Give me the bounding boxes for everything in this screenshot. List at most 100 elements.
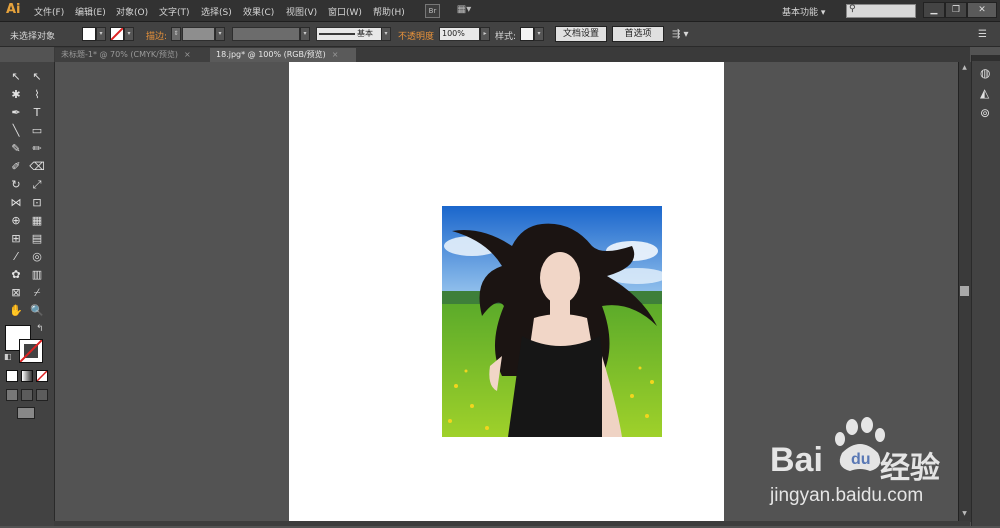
slice-tool-icon[interactable]: ⌿: [29, 286, 45, 300]
panel-menu-icon[interactable]: ☰: [978, 29, 987, 40]
eraser-tool-icon[interactable]: ⌫: [29, 160, 45, 174]
fill-swatch[interactable]: [82, 27, 96, 41]
lasso-tool-icon[interactable]: ⌇: [29, 88, 45, 102]
line-segment-tool-icon[interactable]: ╲: [8, 124, 24, 138]
opacity-field[interactable]: 100%: [439, 27, 480, 41]
menu-object[interactable]: 对象(O): [116, 5, 148, 18]
jingyan-text: 经验: [880, 451, 940, 486]
blob-brush-tool-icon[interactable]: ✐: [8, 160, 24, 174]
restore-button[interactable]: ❐: [945, 2, 967, 18]
gradient-tool-icon[interactable]: ▤: [29, 232, 45, 246]
no-stroke-icon: [20, 340, 42, 362]
width-tool-icon[interactable]: ⋈: [8, 196, 24, 210]
selection-status: 未选择对象: [10, 32, 56, 42]
close-tab-icon[interactable]: ×: [184, 50, 191, 59]
jingyan-url: jingyan.baidu.com: [770, 485, 924, 506]
magic-wand-tool-icon[interactable]: ✱: [8, 88, 24, 102]
stroke-weight-dropdown[interactable]: ▾: [215, 27, 225, 41]
workspace-switcher[interactable]: 基本功能 ▾: [782, 5, 825, 18]
color-guide-icon[interactable]: ◭: [980, 86, 989, 100]
preferences-button[interactable]: 首选项: [612, 26, 664, 42]
shape-builder-tool-icon[interactable]: ⊕: [8, 214, 24, 228]
appearance-panel-icon[interactable]: ⊚: [980, 106, 990, 120]
none-mode-icon[interactable]: [36, 370, 48, 382]
graphic-style-swatch[interactable]: [520, 27, 534, 41]
menu-effect[interactable]: 效果(C): [243, 5, 274, 18]
menu-file[interactable]: 文件(F): [34, 5, 64, 18]
color-panel-icon[interactable]: ◍: [980, 66, 990, 80]
screen-mode-icon[interactable]: [17, 407, 35, 419]
tools-panel: ↖ ↖ ✱ ⌇ ✒ T ╲ ▭ ✎ ✏ ✐ ⌫ ↻ ⤢ ⋈ ⊡ ⊕ ▦ ⊞ ▤ ⁄ ◎ ✿ ▥ ⊠ ⌿ ✋ 🔍 ↰ ◧: [0, 62, 55, 526]
draw-behind-icon[interactable]: [21, 389, 33, 401]
tab-untitled[interactable]: 未标题-1* @ 70% (CMYK/预览) ×: [55, 48, 211, 62]
menu-window[interactable]: 窗口(W): [328, 5, 362, 18]
artboard-tool-icon[interactable]: ⊠: [8, 286, 24, 300]
tab-18jpg[interactable]: 18.jpg* @ 100% (RGB/预览) ×: [210, 48, 356, 62]
bridge-button[interactable]: Br: [425, 4, 440, 18]
free-transform-tool-icon[interactable]: ⊡: [29, 196, 45, 210]
chevron-down-icon: ▾: [820, 8, 826, 18]
search-icon: ⚲: [849, 4, 856, 14]
menu-type[interactable]: 文字(T): [159, 5, 190, 18]
brush-definition[interactable]: 基本: [316, 27, 382, 41]
dock-header[interactable]: [972, 55, 1000, 61]
fill-dropdown[interactable]: ▾: [96, 27, 106, 41]
stroke-label[interactable]: 描边:: [146, 29, 167, 42]
arrange-documents-button[interactable]: ▦▾: [454, 4, 474, 16]
symbol-sprayer-tool-icon[interactable]: ✿: [8, 268, 24, 282]
column-graph-tool-icon[interactable]: ▥: [29, 268, 45, 282]
blend-tool-icon[interactable]: ◎: [29, 250, 45, 264]
rectangle-tool-icon[interactable]: ▭: [29, 124, 45, 138]
zoom-tool-icon[interactable]: 🔍: [29, 304, 45, 318]
placed-image[interactable]: [442, 206, 662, 437]
eyedropper-tool-icon[interactable]: ⁄: [8, 250, 24, 264]
stroke-color-box[interactable]: [19, 339, 43, 363]
selection-tool-icon[interactable]: ↖: [8, 70, 24, 84]
tab-label: 18.jpg* @ 100% (RGB/预览): [216, 50, 326, 59]
brush-dropdown[interactable]: ▾: [381, 27, 391, 41]
menu-edit[interactable]: 编辑(E): [75, 5, 106, 18]
opacity-label[interactable]: 不透明度: [398, 29, 434, 42]
variable-width-profile[interactable]: [232, 27, 300, 41]
document-setup-button[interactable]: 文档设置: [555, 26, 607, 42]
app-logo: Ai: [6, 2, 21, 17]
document-tab-bar: 未标题-1* @ 70% (CMYK/预览) × 18.jpg* @ 100% (…: [54, 47, 970, 63]
color-mode-icon[interactable]: [6, 370, 18, 382]
direct-selection-tool-icon[interactable]: ↖: [29, 70, 45, 84]
opacity-dropdown[interactable]: ▸: [480, 27, 490, 41]
stroke-dropdown[interactable]: ▾: [124, 27, 134, 41]
scroll-thumb[interactable]: [960, 286, 969, 296]
swap-fill-stroke-icon[interactable]: ↰: [36, 324, 44, 334]
baidu-watermark: Bai du 经验 jingyan.baidu.com: [770, 415, 990, 525]
no-stroke-icon: [110, 27, 124, 41]
stroke-weight-stepper[interactable]: ⇕: [171, 27, 181, 41]
variable-width-dropdown[interactable]: ▾: [300, 27, 310, 41]
type-tool-icon[interactable]: T: [29, 106, 45, 120]
draw-inside-icon[interactable]: [36, 389, 48, 401]
menu-select[interactable]: 选择(S): [201, 5, 232, 18]
help-search-input[interactable]: ⚲: [846, 4, 916, 18]
default-colors-icon[interactable]: ◧: [4, 352, 12, 361]
paintbrush-tool-icon[interactable]: ✎: [8, 142, 24, 156]
close-tab-icon[interactable]: ×: [332, 50, 339, 59]
minimize-button[interactable]: ▁: [923, 2, 945, 18]
control-bar: 未选择对象 ▾ ▾ 描边: ⇕ ▾ ▾ 基本 ▾ 不透明度 100% ▸ 样式:…: [0, 22, 1000, 47]
stroke-weight-field[interactable]: [182, 27, 215, 41]
close-button[interactable]: ✕: [967, 2, 997, 18]
rotate-tool-icon[interactable]: ↻: [8, 178, 24, 192]
scale-tool-icon[interactable]: ⤢: [29, 178, 45, 192]
graphic-style-dropdown[interactable]: ▾: [534, 27, 544, 41]
scroll-up-icon[interactable]: ▲: [960, 64, 969, 72]
draw-normal-icon[interactable]: [6, 389, 18, 401]
hand-tool-icon[interactable]: ✋: [8, 304, 24, 318]
gradient-mode-icon[interactable]: [21, 370, 33, 382]
align-options-icon[interactable]: ⇶ ▾: [672, 29, 689, 40]
perspective-grid-tool-icon[interactable]: ▦: [29, 214, 45, 228]
menu-help[interactable]: 帮助(H): [373, 5, 405, 18]
menu-bar: Ai 文件(F) 编辑(E) 对象(O) 文字(T) 选择(S) 效果(C) 视…: [0, 0, 1000, 22]
pencil-tool-icon[interactable]: ✏: [29, 142, 45, 156]
menu-view[interactable]: 视图(V): [286, 5, 317, 18]
stroke-swatch[interactable]: [110, 27, 124, 41]
pen-tool-icon[interactable]: ✒: [8, 106, 24, 120]
mesh-tool-icon[interactable]: ⊞: [8, 232, 24, 246]
